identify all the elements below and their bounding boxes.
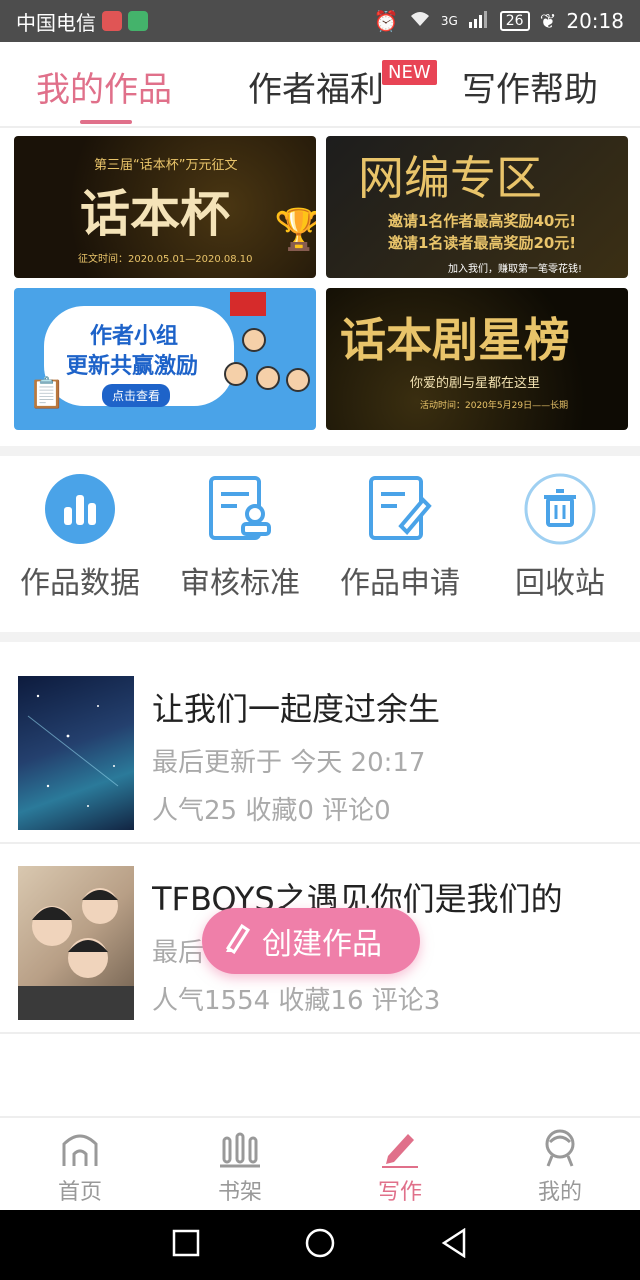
bar-chart-icon <box>43 472 117 546</box>
notification-app-icon <box>128 11 148 31</box>
banner-title: 话本剧星榜 <box>340 313 570 367</box>
nav-write[interactable]: 写作 <box>320 1128 480 1206</box>
work-cover-image <box>18 676 134 830</box>
back-icon[interactable] <box>440 1227 468 1262</box>
banner-huaben-cup[interactable]: 第三届“话本杯”万元征文 话本杯 征文时间：2020.05.01—2020.08… <box>14 136 316 278</box>
list-item[interactable]: 让我们一起度过余生 最后更新于 今天 20:17 人气25 收藏0 评论0 <box>0 654 640 844</box>
cartoon-people-illustration <box>224 328 314 428</box>
nav-home[interactable]: 首页 <box>0 1128 160 1206</box>
nav-profile[interactable]: 我的 <box>480 1128 640 1206</box>
nav-label: 写作 <box>377 1180 422 1205</box>
create-work-button[interactable]: 创建作品 <box>202 908 420 974</box>
banner-line: 邀请1名作者最高奖励40元! <box>388 212 577 230</box>
top-tab-bar: 我的作品 作者福利 NEW 写作帮助 <box>0 42 640 128</box>
pen-icon <box>380 1128 420 1168</box>
home-button-icon[interactable] <box>304 1227 336 1263</box>
nav-label: 书架 <box>217 1180 262 1205</box>
tool-recycle-bin[interactable]: 回收站 <box>480 472 640 602</box>
nav-bookshelf[interactable]: 书架 <box>160 1128 320 1206</box>
work-cover-image <box>18 866 134 1020</box>
tool-label: 作品申请 <box>340 566 460 601</box>
banner-star-ranking[interactable]: 话本剧星榜 你爱的剧与星都在这里 活动时间：2020年5月29日——长期 <box>326 288 628 430</box>
banner-detail: 活动时间：2020年5月29日——长期 <box>420 401 569 411</box>
banner-footer: 加入我们，赚取第一笔零花钱! <box>448 264 583 275</box>
edit-document-icon <box>363 472 437 546</box>
tab-my-works[interactable]: 我的作品 <box>36 62 172 111</box>
banner-title: 话本杯 <box>80 184 230 243</box>
tool-work-application[interactable]: 作品申请 <box>320 472 480 602</box>
recent-apps-icon[interactable] <box>172 1229 200 1261</box>
banner-title: 网编专区 <box>358 151 542 205</box>
tool-label: 作品数据 <box>20 566 140 601</box>
trash-icon <box>523 472 597 546</box>
clock-time: 20:18 <box>566 9 624 33</box>
create-work-label: 创建作品 <box>262 927 382 962</box>
flag-icon <box>230 292 266 316</box>
wifi-icon <box>409 9 431 33</box>
banner-line: 作者小组 <box>90 324 179 349</box>
work-stats: 人气1554 收藏16 评论3 <box>152 986 441 1016</box>
battery-indicator: 26 <box>499 11 530 31</box>
work-updated: 最后更新于 今天 20:17 <box>152 748 426 778</box>
banner-author-group[interactable]: 作者小组 更新共赢激励 点击查看 📋 <box>14 288 316 430</box>
section-divider <box>0 446 640 456</box>
new-badge: NEW <box>382 60 437 85</box>
tool-grid: 作品数据 审核标准 作品申请 回收站 <box>0 460 640 630</box>
banner-line: 更新共赢激励 <box>66 354 199 379</box>
alarm-icon: ⏰ <box>373 9 399 33</box>
tool-work-data[interactable]: 作品数据 <box>0 472 160 602</box>
work-title: 让我们一起度过余生 <box>152 690 441 728</box>
pencil-icon <box>222 920 252 962</box>
banner-view-button: 点击查看 <box>102 384 171 407</box>
tab-author-welfare[interactable]: 作者福利 <box>248 62 384 111</box>
banner-detail: 征文时间：2020.05.01—2020.08.10 <box>78 254 253 265</box>
section-divider <box>0 632 640 642</box>
nav-label: 首页 <box>57 1180 102 1205</box>
signal-icon <box>468 9 490 33</box>
clipboard-icon: 📋 <box>28 376 66 411</box>
works-list: 让我们一起度过余生 最后更新于 今天 20:17 人气25 收藏0 评论0 TF… <box>0 654 640 1034</box>
network-type: 3G <box>440 14 458 28</box>
tab-active-indicator <box>80 120 132 124</box>
notification-app-icon <box>102 11 122 31</box>
nav-label: 我的 <box>537 1180 582 1205</box>
trophy-icon: 🏆 <box>274 207 316 253</box>
banner-line: 邀请1名读者最高奖励20元! <box>388 234 577 252</box>
tab-writing-help[interactable]: 写作帮助 <box>462 62 598 111</box>
banner-editor-zone[interactable]: 网编专区 邀请1名作者最高奖励40元! 邀请1名读者最高奖励20元! 加入我们，… <box>326 136 628 278</box>
tool-label: 审核标准 <box>180 566 300 601</box>
work-stats: 人气25 收藏0 评论0 <box>152 796 391 826</box>
tool-label: 回收站 <box>515 566 605 601</box>
carrier-label: 中国电信 <box>16 10 96 35</box>
status-bar: 中国电信 ⏰ 3G 26 ❦ 20:18 <box>0 0 640 42</box>
bookshelf-icon <box>220 1128 260 1168</box>
home-icon <box>60 1128 100 1168</box>
tool-review-standard[interactable]: 审核标准 <box>160 472 320 602</box>
work-updated: 最后 <box>152 938 205 968</box>
banner-subtitle: 第三届“话本杯”万元征文 <box>94 158 238 173</box>
leaf-icon: ❦ <box>539 9 557 33</box>
profile-icon <box>540 1128 580 1168</box>
bottom-nav: 首页 书架 写作 我的 <box>0 1116 640 1210</box>
system-nav-bar <box>0 1210 640 1280</box>
review-standard-icon <box>203 472 277 546</box>
banner-subtitle: 你爱的剧与星都在这里 <box>410 376 541 391</box>
